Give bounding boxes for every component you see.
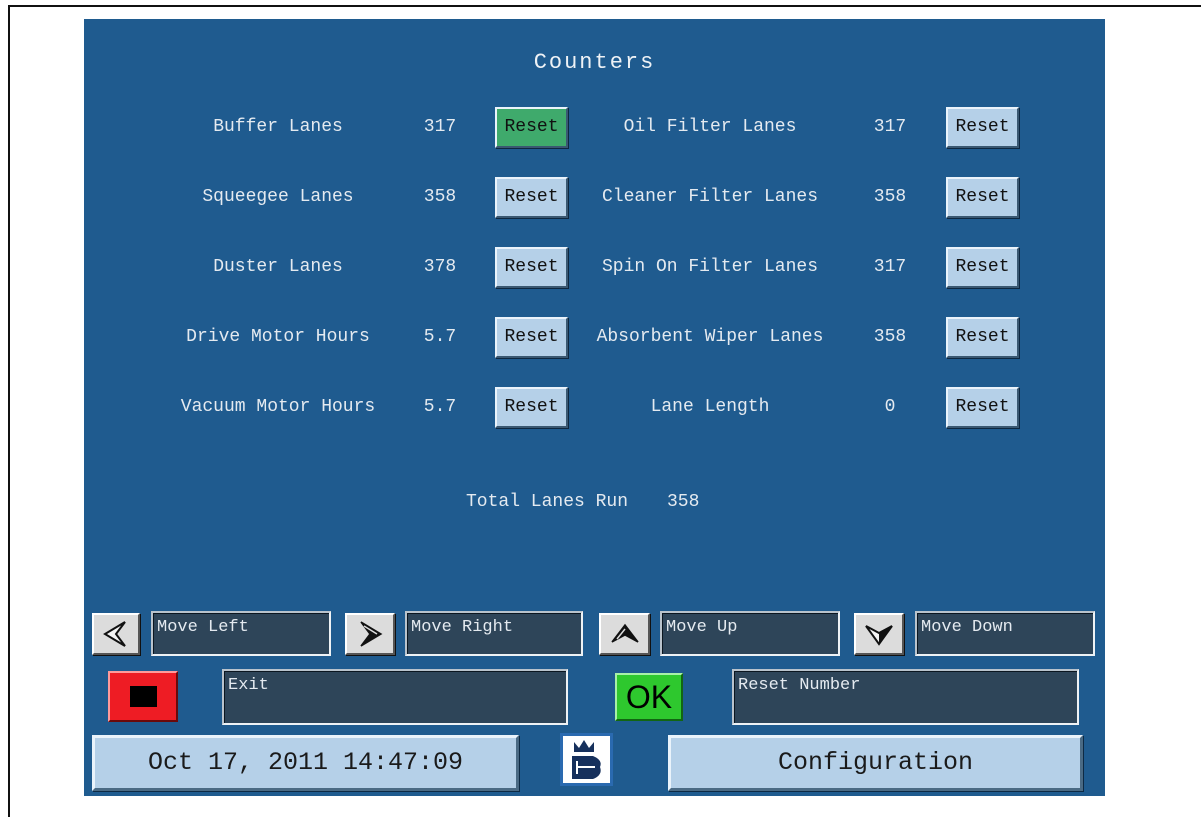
bowling-crown-logo-icon — [560, 733, 613, 786]
move-right-label: Move Right — [411, 618, 514, 637]
reset-duster-lanes-button[interactable]: Reset — [495, 247, 568, 288]
move-left-button[interactable] — [92, 613, 140, 655]
move-right-label-box: Move Right — [405, 611, 583, 656]
counter-row: Drive Motor Hours 5.7 Reset Absorbent Wi… — [84, 317, 1105, 358]
reset-spin-on-filter-lanes-button[interactable]: Reset — [946, 247, 1019, 288]
counter-label-vacuum-motor-hours: Vacuum Motor Hours — [180, 397, 376, 417]
arrow-left-icon — [103, 621, 126, 647]
reset-number-label-box: Reset Number — [732, 669, 1079, 725]
counter-row: Duster Lanes 378 Reset Spin On Filter La… — [84, 247, 1105, 288]
total-lanes-run-label: Total Lanes Run — [466, 492, 629, 512]
move-up-button[interactable] — [599, 613, 650, 655]
counter-label-absorbent-wiper-lanes: Absorbent Wiper Lanes — [596, 327, 824, 347]
reset-vacuum-motor-hours-button[interactable]: Reset — [495, 387, 568, 428]
reset-drive-motor-hours-button[interactable]: Reset — [495, 317, 568, 358]
counter-row: Buffer Lanes 317 Reset Oil Filter Lanes … — [84, 107, 1105, 148]
reset-cleaner-filter-lanes-button[interactable]: Reset — [946, 177, 1019, 218]
counter-row: Squeegee Lanes 358 Reset Cleaner Filter … — [84, 177, 1105, 218]
counter-label-drive-motor-hours: Drive Motor Hours — [186, 327, 370, 347]
exit-label-box: Exit — [222, 669, 568, 725]
move-down-button[interactable] — [854, 613, 904, 655]
counter-label-lane-length: Lane Length — [650, 397, 770, 417]
counter-value-drive-motor-hours: 5.7 — [423, 327, 457, 347]
counter-value-buffer-lanes: 317 — [423, 117, 457, 137]
counters-panel: Counters Buffer Lanes 317 Reset Oil Filt… — [84, 19, 1105, 796]
counter-value-lane-length: 0 — [884, 397, 896, 417]
counter-label-buffer-lanes: Buffer Lanes — [213, 117, 343, 137]
exit-stop-button[interactable] — [108, 671, 178, 722]
reset-absorbent-wiper-lanes-button[interactable]: Reset — [946, 317, 1019, 358]
page-title: Counters — [533, 50, 656, 75]
move-left-label: Move Left — [157, 618, 249, 637]
window-frame-top — [8, 5, 1201, 7]
counter-label-squeegee-lanes: Squeegee Lanes — [202, 187, 354, 207]
counter-label-duster-lanes: Duster Lanes — [213, 257, 343, 277]
reset-number-label: Reset Number — [738, 676, 861, 695]
reset-oil-filter-lanes-button[interactable]: Reset — [946, 107, 1019, 148]
counter-value-vacuum-motor-hours: 5.7 — [423, 397, 457, 417]
reset-squeegee-lanes-button[interactable]: Reset — [495, 177, 568, 218]
stop-icon — [129, 686, 157, 707]
move-right-button[interactable] — [345, 613, 395, 655]
move-down-label-box: Move Down — [915, 611, 1095, 656]
total-lanes-run-value: 358 — [667, 492, 700, 512]
move-left-label-box: Move Left — [151, 611, 331, 656]
counter-value-squeegee-lanes: 358 — [423, 187, 457, 207]
reset-lane-length-button[interactable]: Reset — [946, 387, 1019, 428]
counter-label-cleaner-filter-lanes: Cleaner Filter Lanes — [601, 187, 819, 207]
counter-value-duster-lanes: 378 — [423, 257, 457, 277]
configuration-button[interactable]: Configuration — [668, 735, 1083, 791]
datetime-button[interactable]: Oct 17, 2011 14:47:09 — [92, 735, 519, 791]
reset-buffer-lanes-button[interactable]: Reset — [495, 107, 568, 148]
move-up-label-box: Move Up — [660, 611, 840, 656]
arrow-right-icon — [360, 621, 383, 647]
counter-label-oil-filter-lanes: Oil Filter Lanes — [623, 117, 797, 137]
counter-row: Vacuum Motor Hours 5.7 Reset Lane Length… — [84, 387, 1105, 428]
counter-label-spin-on-filter-lanes: Spin On Filter Lanes — [601, 257, 819, 277]
arrow-down-icon — [865, 625, 893, 646]
move-up-label: Move Up — [666, 618, 738, 637]
arrow-up-icon — [610, 623, 639, 643]
window-frame-left — [8, 5, 10, 817]
move-down-label: Move Down — [921, 618, 1013, 637]
counter-value-spin-on-filter-lanes: 317 — [873, 257, 907, 277]
ok-button[interactable]: OK — [615, 673, 683, 721]
counter-value-absorbent-wiper-lanes: 358 — [873, 327, 907, 347]
counter-value-oil-filter-lanes: 317 — [873, 117, 907, 137]
exit-label: Exit — [228, 676, 269, 695]
counter-value-cleaner-filter-lanes: 358 — [873, 187, 907, 207]
